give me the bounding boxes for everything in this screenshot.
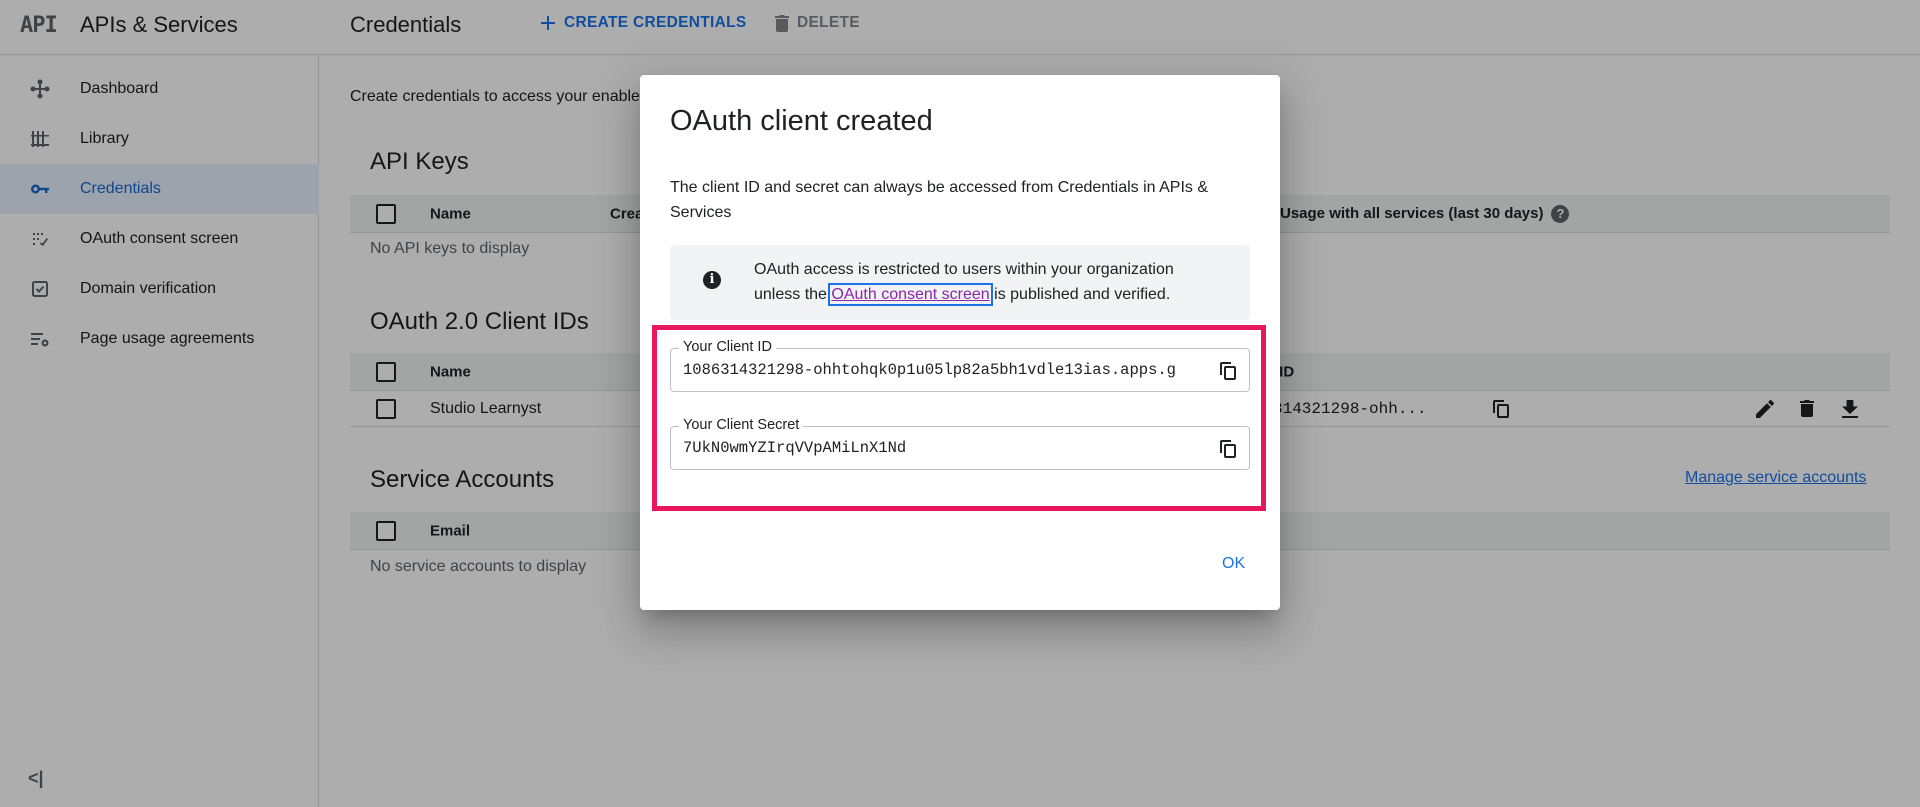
info-icon: i [703, 271, 721, 289]
dialog-description: The client ID and secret can always be a… [670, 179, 1209, 221]
oauth-client-created-dialog: OAuth client created The client ID and s… [640, 75, 1280, 610]
client-id-label: Your Client ID [679, 339, 776, 355]
copy-icon[interactable] [1217, 438, 1239, 460]
dialog-title: OAuth client created [670, 105, 933, 137]
client-secret-label: Your Client Secret [679, 417, 804, 433]
oauth-consent-screen-link[interactable]: OAuth consent screen [828, 283, 993, 306]
ok-button[interactable]: OK [1222, 555, 1245, 573]
copy-icon[interactable] [1217, 360, 1239, 382]
client-secret-field[interactable]: Your Client Secret 7UkN0wmYZIrqVVpAMiLnX… [670, 417, 1250, 470]
client-id-value[interactable]: 1086314321298-ohhtohqk0p1u05lp82a5bh1vdl… [683, 361, 1193, 379]
client-id-field[interactable]: Your Client ID 1086314321298-ohhtohqk0p1… [670, 339, 1250, 392]
info-text: OAuth access is restricted to users with… [754, 257, 1224, 307]
client-secret-value[interactable]: 7UkN0wmYZIrqVVpAMiLnX1Nd [683, 439, 1193, 457]
info-text-suffix: is published and verified. [989, 286, 1171, 303]
info-banner: i OAuth access is restricted to users wi… [670, 245, 1250, 320]
